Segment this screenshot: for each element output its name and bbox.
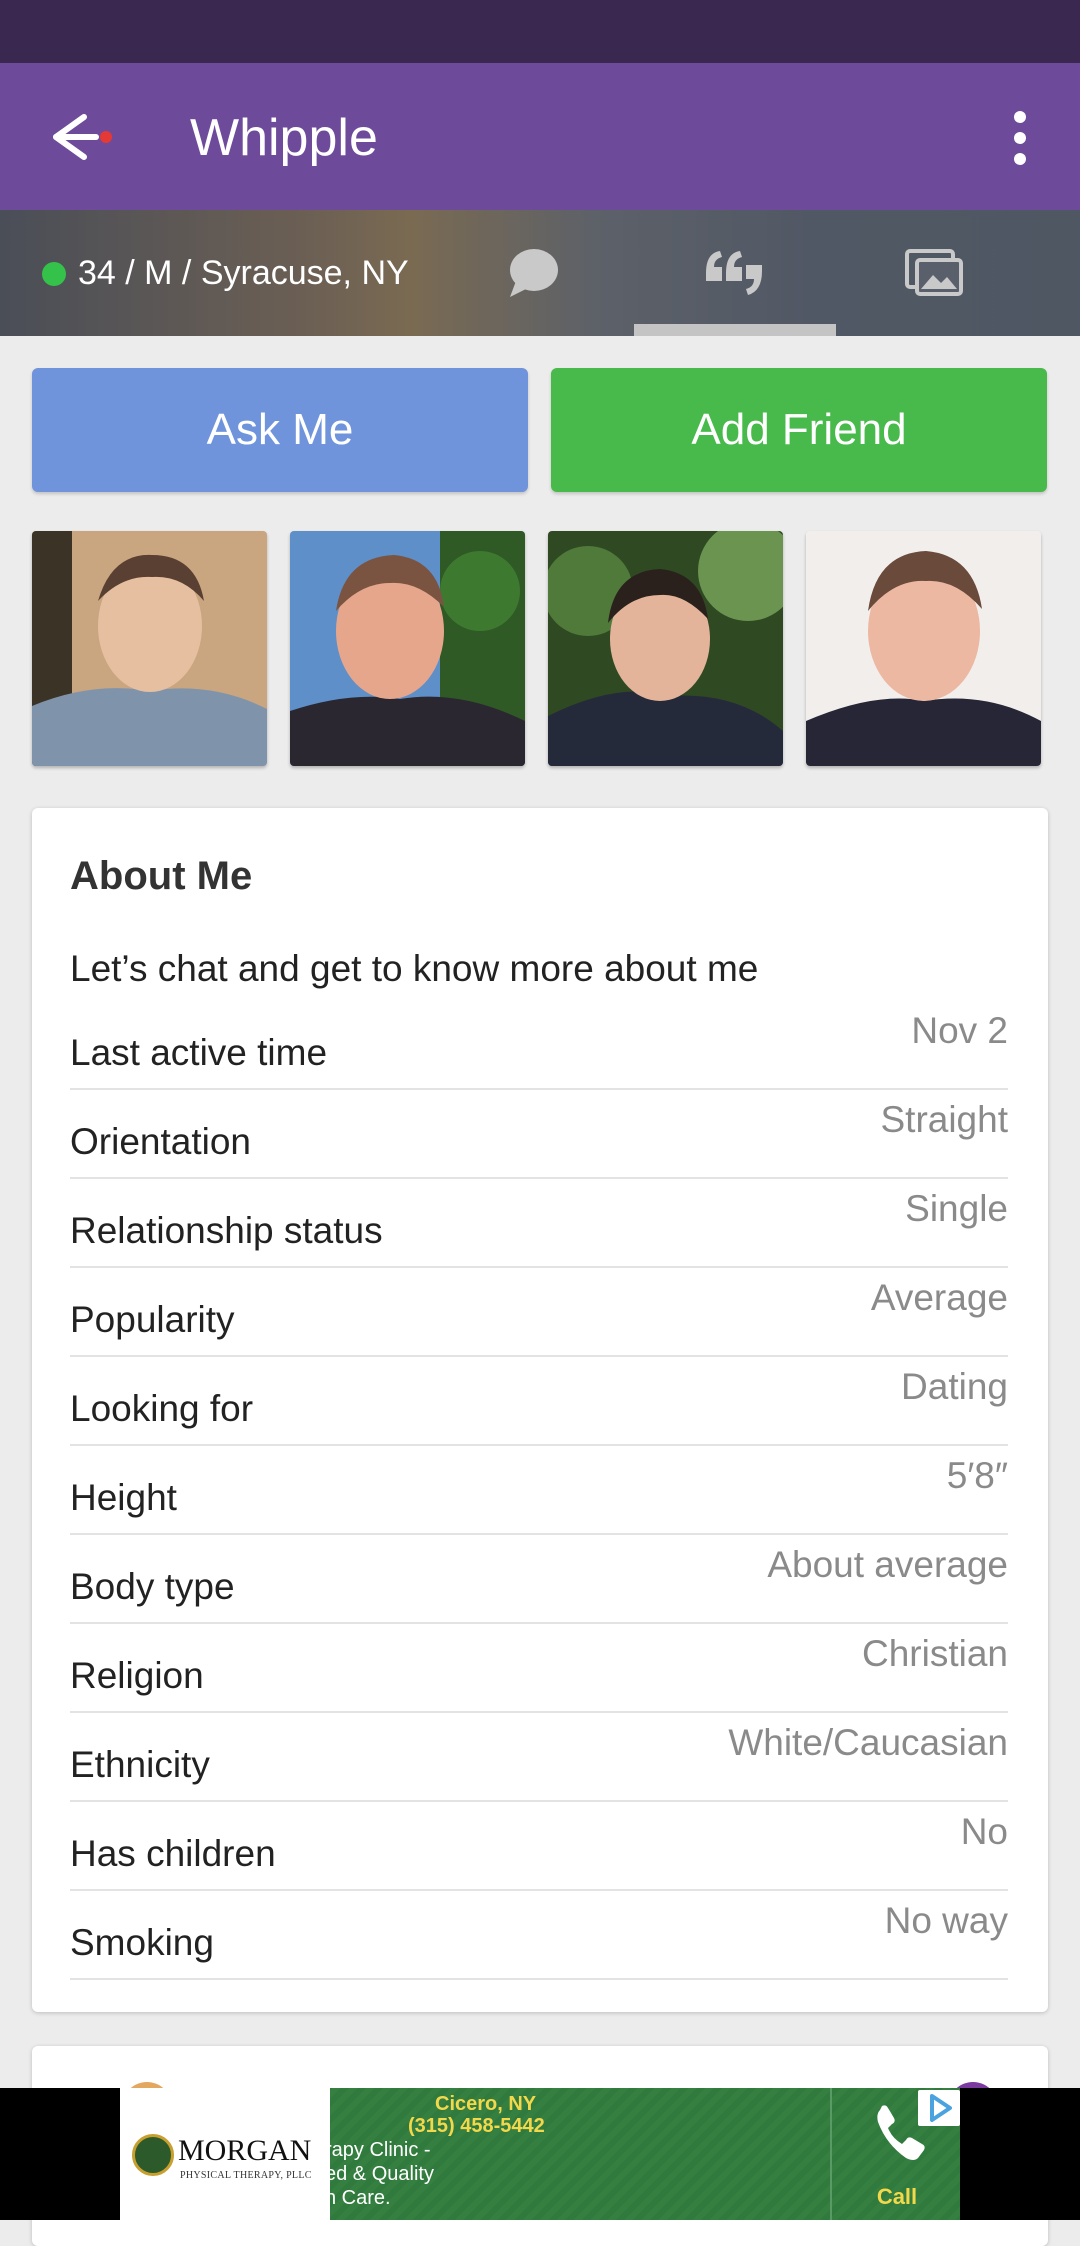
detail-label: Popularity [70, 1299, 235, 1340]
ad-logo-emblem-icon [132, 2134, 174, 2176]
detail-row-orientation: Orientation Straight [70, 1089, 1008, 1179]
detail-label: Height [70, 1477, 177, 1518]
ad-phone: (315) 458-5442 [408, 2115, 545, 2137]
gallery-icon [905, 249, 963, 296]
detail-row-body-type: Body type About average [70, 1534, 1008, 1624]
detail-row-relationship: Relationship status Single [70, 1178, 1008, 1268]
detail-value: About average [767, 1544, 1008, 1585]
ad-location: Cicero, NY [435, 2093, 537, 2115]
detail-value: Christian [862, 1633, 1008, 1674]
ad-logo-name: MORGAN [178, 2134, 312, 2167]
ad-text: rapy Clinic - ed & Quality n Care. [325, 2138, 525, 2210]
detail-row-ethnicity: Ethnicity White/Caucasian [70, 1712, 1008, 1802]
detail-value: Dating [901, 1366, 1008, 1407]
detail-value: Nov 2 [911, 1010, 1008, 1051]
ad-container: MORGAN PHYSICAL THERAPY, PLLC Cicero, NY… [0, 2088, 1080, 2220]
ad-logo: MORGAN PHYSICAL THERAPY, PLLC [120, 2088, 330, 2220]
detail-row-height: Height 5′8″ [70, 1445, 1008, 1535]
detail-label: Body type [70, 1566, 235, 1607]
ad-logo-subtitle: PHYSICAL THERAPY, PLLC [180, 2170, 312, 2181]
profile-info-bar: 34 / M / Syracuse, NY [0, 210, 1080, 336]
detail-row-popularity: Popularity Average [70, 1267, 1008, 1357]
notification-dot [100, 131, 112, 143]
about-me-title: About Me [70, 854, 253, 898]
detail-label: Religion [70, 1655, 204, 1696]
ask-me-button[interactable]: Ask Me [32, 368, 528, 492]
detail-label: Ethnicity [70, 1744, 210, 1785]
detail-label: Orientation [70, 1121, 251, 1162]
detail-value: Average [870, 1277, 1008, 1318]
detail-row-smoking: Smoking No way [70, 1890, 1008, 1980]
detail-row-looking-for: Looking for Dating [70, 1356, 1008, 1446]
profile-photo-3[interactable] [548, 531, 783, 766]
back-arrow-icon [53, 114, 112, 160]
ad-text-line: ed & Quality [325, 2163, 434, 2185]
profile-summary: 34 / M / Syracuse, NY [78, 254, 409, 292]
chat-bubble-icon [510, 249, 558, 297]
detail-row-children: Has children No [70, 1801, 1008, 1891]
profile-photo-1[interactable] [32, 531, 267, 766]
tab-quotes[interactable] [634, 210, 834, 336]
add-friend-button[interactable]: Add Friend [551, 368, 1047, 492]
ad-choices-icon[interactable] [918, 2090, 960, 2126]
more-options-button[interactable] [990, 103, 1050, 173]
detail-label: Smoking [70, 1922, 214, 1963]
ad-call-label: Call [876, 2184, 918, 2209]
detail-label: Relationship status [70, 1210, 383, 1251]
detail-value: Single [905, 1188, 1008, 1229]
about-me-card: About Me Let’s chat and get to know more… [32, 808, 1048, 2012]
detail-value: Straight [880, 1099, 1008, 1140]
quote-icon [706, 251, 762, 295]
ad-text-line: rapy Clinic - [325, 2139, 431, 2161]
tab-chat[interactable] [432, 210, 632, 336]
ad-text-line: n Care. [325, 2187, 391, 2209]
more-vert-icon [1014, 111, 1026, 165]
detail-label: Has children [70, 1833, 276, 1874]
detail-value: White/Caucasian [728, 1722, 1008, 1763]
detail-value: No [960, 1811, 1008, 1852]
tab-gallery[interactable] [834, 210, 1034, 336]
detail-label: Looking for [70, 1388, 254, 1429]
about-me-description: Let’s chat and get to know more about me [70, 948, 759, 989]
detail-value: No way [884, 1900, 1008, 1941]
back-button[interactable] [40, 103, 120, 169]
detail-row-last-active: Last active time Nov 2 [70, 1000, 1008, 1090]
status-bar [0, 0, 1080, 63]
profile-photo-2[interactable] [290, 531, 525, 766]
ad-banner[interactable]: MORGAN PHYSICAL THERAPY, PLLC Cicero, NY… [120, 2088, 960, 2220]
profile-photo-4[interactable] [806, 531, 1041, 766]
active-tab-indicator [634, 324, 836, 336]
detail-row-religion: Religion Christian [70, 1623, 1008, 1713]
online-status-indicator [42, 262, 66, 286]
page-title: Whipple [190, 109, 378, 167]
detail-label: Last active time [70, 1032, 328, 1073]
app-bar: Whipple [0, 63, 1080, 210]
detail-value: 5′8″ [946, 1455, 1008, 1496]
